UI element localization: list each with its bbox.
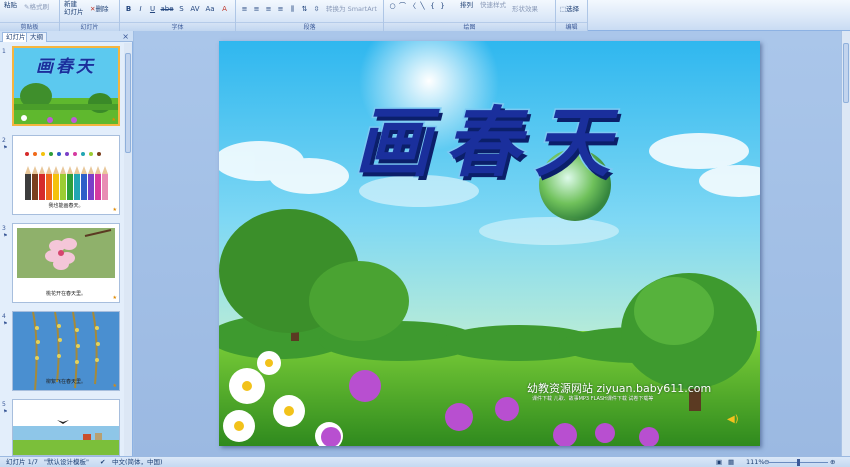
thumbnails-scrollbar[interactable] [124, 43, 132, 456]
font-group: B I U abe S AV Aa A 字体 [120, 0, 236, 31]
drawing-group-label: 绘图 [384, 22, 555, 31]
slides-pane: 幻灯片 大纲 × 1 画春天 ★ 2 ⚑ 我也能画春天。 ★ 3 ⚑ 桃花开在春… [0, 31, 133, 456]
text-direction-button[interactable]: ⇅ [300, 5, 309, 13]
ribbon: 粘贴 ✎格式刷 剪贴板 新建 幻灯片 ✕删除 幻灯片 B I U abe S AV… [0, 0, 850, 31]
animation-star-icon: ★ [112, 295, 117, 301]
slides-group: 新建 幻灯片 ✕删除 幻灯片 [60, 0, 120, 31]
thumb-caption: 柳絮飞在春天里。 [45, 379, 86, 385]
scrollbar-thumb[interactable] [843, 43, 849, 103]
slide-thumbnail-2[interactable]: 我也能画春天。 ★ [12, 135, 120, 215]
quick-styles-button[interactable]: 快速样式 [480, 1, 506, 9]
convert-smartart-button[interactable]: 转换为 SmartArt [326, 5, 377, 13]
slide-thumbnail-4[interactable]: 柳絮飞在春天里。 ★ [12, 311, 120, 391]
status-bar: 幻灯片 1/7 "默认设计模板" ✔ 中文(简体，中国) ▣ ▦ 111% ⊖ … [0, 456, 850, 467]
paragraph-group-label: 段落 [236, 22, 383, 31]
thumb-1-title: 画春天 [36, 57, 96, 77]
select-button[interactable]: ⬚选择 [560, 5, 579, 13]
paste-button[interactable]: 粘贴 [4, 1, 17, 9]
zoom-level[interactable]: 111% [746, 458, 765, 467]
shape-brace-right-icon[interactable]: } [438, 2, 447, 10]
transition-icon: ⚑ [3, 145, 8, 151]
thumb-number: 3 [2, 225, 6, 232]
shape-rect-icon[interactable]: ○ [388, 2, 397, 10]
slide-thumbnail-1[interactable]: 画春天 ★ [12, 46, 120, 126]
shadow-button[interactable]: S [177, 5, 186, 13]
clipboard-group: 粘贴 ✎格式刷 剪贴板 [0, 0, 60, 31]
close-icon[interactable]: × [122, 31, 129, 42]
columns-button[interactable]: ⫼ [288, 5, 297, 13]
shape-brace-icon[interactable]: { [428, 2, 437, 10]
underline-button[interactable]: U [148, 5, 157, 13]
font-color-button[interactable]: A [220, 5, 229, 13]
transition-icon: ⚑ [3, 409, 8, 415]
slides-group-label: 幻灯片 [60, 22, 119, 31]
spellcheck-icon[interactable]: ✔ [100, 458, 105, 467]
shape-curve-icon[interactable]: ⌒ [398, 2, 407, 10]
clipboard-group-label: 剪贴板 [0, 22, 59, 31]
swallow-village-image [13, 400, 119, 455]
language[interactable]: 中文(简体，中国) [112, 458, 163, 467]
strikethrough-button[interactable]: abe [160, 5, 174, 13]
font-group-label: 字体 [120, 22, 235, 31]
editing-group-label: 编辑 [556, 22, 587, 31]
shape-angle-icon[interactable]: 〈 [408, 2, 417, 10]
thumb-number: 4 [2, 313, 6, 320]
delete-slide-button[interactable]: ✕删除 [90, 5, 108, 13]
pane-tabs: 幻灯片 大纲 × [0, 31, 133, 42]
thumb-number: 1 [2, 48, 6, 55]
thumb-number: 5 [2, 401, 6, 408]
arrange-button[interactable]: 排列 [460, 1, 473, 9]
watermark-site: 幼教资源网站 ziyuan.baby611.com [527, 382, 712, 395]
thumb-number: 2 [2, 137, 6, 144]
align-left-button[interactable]: ≡ [240, 5, 249, 13]
animation-star-icon: ★ [112, 207, 117, 213]
transition-icon: ⚑ [3, 233, 8, 239]
format-painter-button[interactable]: ✎格式刷 [24, 3, 49, 11]
italic-button[interactable]: I [136, 5, 145, 13]
align-right-button[interactable]: ≡ [264, 5, 273, 13]
slide-editor: 画春天 幼教资源网站 ziyuan.baby611.com 课件下载 儿歌、故事… [134, 31, 850, 456]
slide-thumbnail-5[interactable] [12, 399, 120, 456]
theme-name: "默认设计模板" [44, 458, 89, 466]
tab-outline[interactable]: 大纲 [26, 32, 47, 42]
slide-title[interactable]: 画春天 [219, 81, 760, 191]
normal-view-icon[interactable]: ▣ [716, 458, 722, 467]
slide-index: 幻灯片 1/7 [6, 458, 39, 466]
animation-star-icon: ★ [112, 383, 117, 389]
align-text-button[interactable]: ⇳ [312, 5, 321, 13]
drawing-group: ○ ⌒ 〈 ╲ { } 排列 快速样式 形状效果 绘图 [384, 0, 556, 31]
current-slide[interactable]: 画春天 幼教资源网站 ziyuan.baby611.com 课件下载 儿歌、故事… [219, 41, 760, 446]
speaker-icon[interactable]: ◀) [727, 414, 739, 425]
watermark-sub: 课件下载 儿歌、故事MP3 FLASH课件下载 试卷下载等 [532, 396, 654, 402]
align-center-button[interactable]: ≡ [252, 5, 261, 13]
slide-scrollbar[interactable] [841, 31, 850, 456]
new-slide-button[interactable]: 新建 幻灯片 [64, 0, 84, 16]
editing-group: ⬚选择 编辑 [556, 0, 588, 31]
paragraph-group: ≡ ≡ ≡ ≡ ⫼ ⇅ ⇳ 转换为 SmartArt 段落 [236, 0, 384, 31]
scrollbar-thumb[interactable] [125, 53, 131, 153]
transition-icon: ⚑ [3, 321, 8, 327]
thumb-caption: 我也能画春天。 [48, 203, 84, 209]
shape-line-icon[interactable]: ╲ [418, 2, 427, 10]
thumb-caption: 桃花开在春天里。 [45, 291, 86, 297]
sorter-view-icon[interactable]: ▦ [728, 458, 734, 467]
justify-button[interactable]: ≡ [276, 5, 285, 13]
slide-thumbnail-3[interactable]: 桃花开在春天里。 ★ [12, 223, 120, 303]
animation-star-icon: ★ [111, 117, 116, 123]
zoom-slider-handle[interactable] [797, 459, 800, 466]
change-case-button[interactable]: Aa [204, 5, 216, 13]
shape-effects-button[interactable]: 形状效果 [512, 5, 538, 13]
zoom-in-icon[interactable]: ⊕ [830, 458, 835, 467]
char-spacing-button[interactable]: AV [189, 5, 201, 13]
bold-button[interactable]: B [124, 5, 133, 13]
